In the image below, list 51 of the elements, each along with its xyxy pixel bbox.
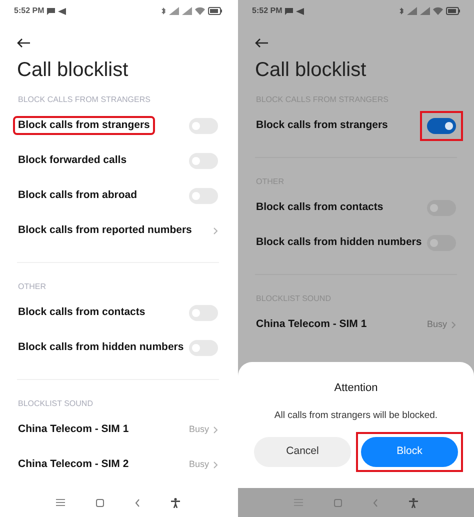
- chevron-right-icon: [213, 426, 218, 434]
- row-label[interactable]: Block calls from abroad: [13, 186, 142, 206]
- row-label[interactable]: Block calls from hidden numbers: [251, 232, 427, 252]
- row-label[interactable]: China Telecom - SIM 2: [13, 454, 134, 474]
- row-label[interactable]: China Telecom - SIM 1: [251, 314, 372, 334]
- status-time: 5:52 PM: [14, 5, 44, 17]
- page-title: Call blocklist: [17, 58, 128, 83]
- row-label[interactable]: China Telecom - SIM 1: [13, 420, 134, 440]
- row-value: Busy: [188, 458, 209, 471]
- chevron-right-icon: [213, 460, 218, 468]
- home-square-icon[interactable]: [334, 498, 342, 506]
- accessibility-icon[interactable]: [171, 498, 180, 508]
- row-label[interactable]: Block calls from strangers: [251, 116, 393, 136]
- wifi-icon: [433, 7, 443, 15]
- row-label[interactable]: Block calls from contacts: [13, 302, 150, 322]
- home-square-icon[interactable]: [96, 498, 104, 506]
- section-header: BLOCKLIST SOUND: [18, 398, 93, 410]
- message-icon: [285, 8, 294, 14]
- battery-icon: [208, 7, 222, 15]
- dialog-message: All calls from strangers will be blocked.: [274, 408, 438, 422]
- row-value: Busy: [188, 422, 209, 436]
- send-icon: [296, 8, 304, 14]
- bluetooth-icon: [399, 7, 404, 15]
- back-icon[interactable]: [135, 498, 140, 506]
- cancel-button[interactable]: Cancel: [254, 436, 351, 467]
- back-arrow-icon[interactable]: [17, 38, 31, 48]
- wifi-icon: [195, 7, 205, 15]
- block-button[interactable]: Block: [361, 436, 458, 467]
- row-label[interactable]: Block calls from strangers: [13, 116, 155, 136]
- send-icon: [58, 8, 66, 14]
- section-header: BLOCK CALLS FROM STRANGERS: [18, 94, 150, 106]
- row-label[interactable]: Block calls from hidden numbers: [13, 338, 189, 358]
- accessibility-icon[interactable]: [409, 498, 418, 508]
- chevron-right-icon: [451, 320, 456, 328]
- row-label[interactable]: Block calls from contacts: [251, 198, 388, 218]
- menu-icon[interactable]: [294, 499, 303, 506]
- menu-icon[interactable]: [56, 499, 65, 506]
- message-icon: [47, 8, 56, 14]
- page-title: Call blocklist: [255, 58, 366, 83]
- toggle-switch[interactable]: [427, 118, 456, 134]
- section-header: OTHER: [18, 281, 46, 293]
- back-arrow-icon[interactable]: [255, 38, 269, 48]
- back-icon[interactable]: [373, 498, 378, 506]
- row-label[interactable]: Block calls from reported numbers: [13, 220, 197, 240]
- bluetooth-icon: [161, 7, 166, 15]
- row-value: Busy: [426, 318, 447, 331]
- row-label[interactable]: Block forwarded calls: [13, 150, 132, 170]
- battery-icon: [446, 7, 460, 15]
- dialog-title: Attention: [334, 381, 378, 396]
- status-time: 5:52 PM: [252, 5, 282, 17]
- chevron-right-icon: [213, 226, 218, 234]
